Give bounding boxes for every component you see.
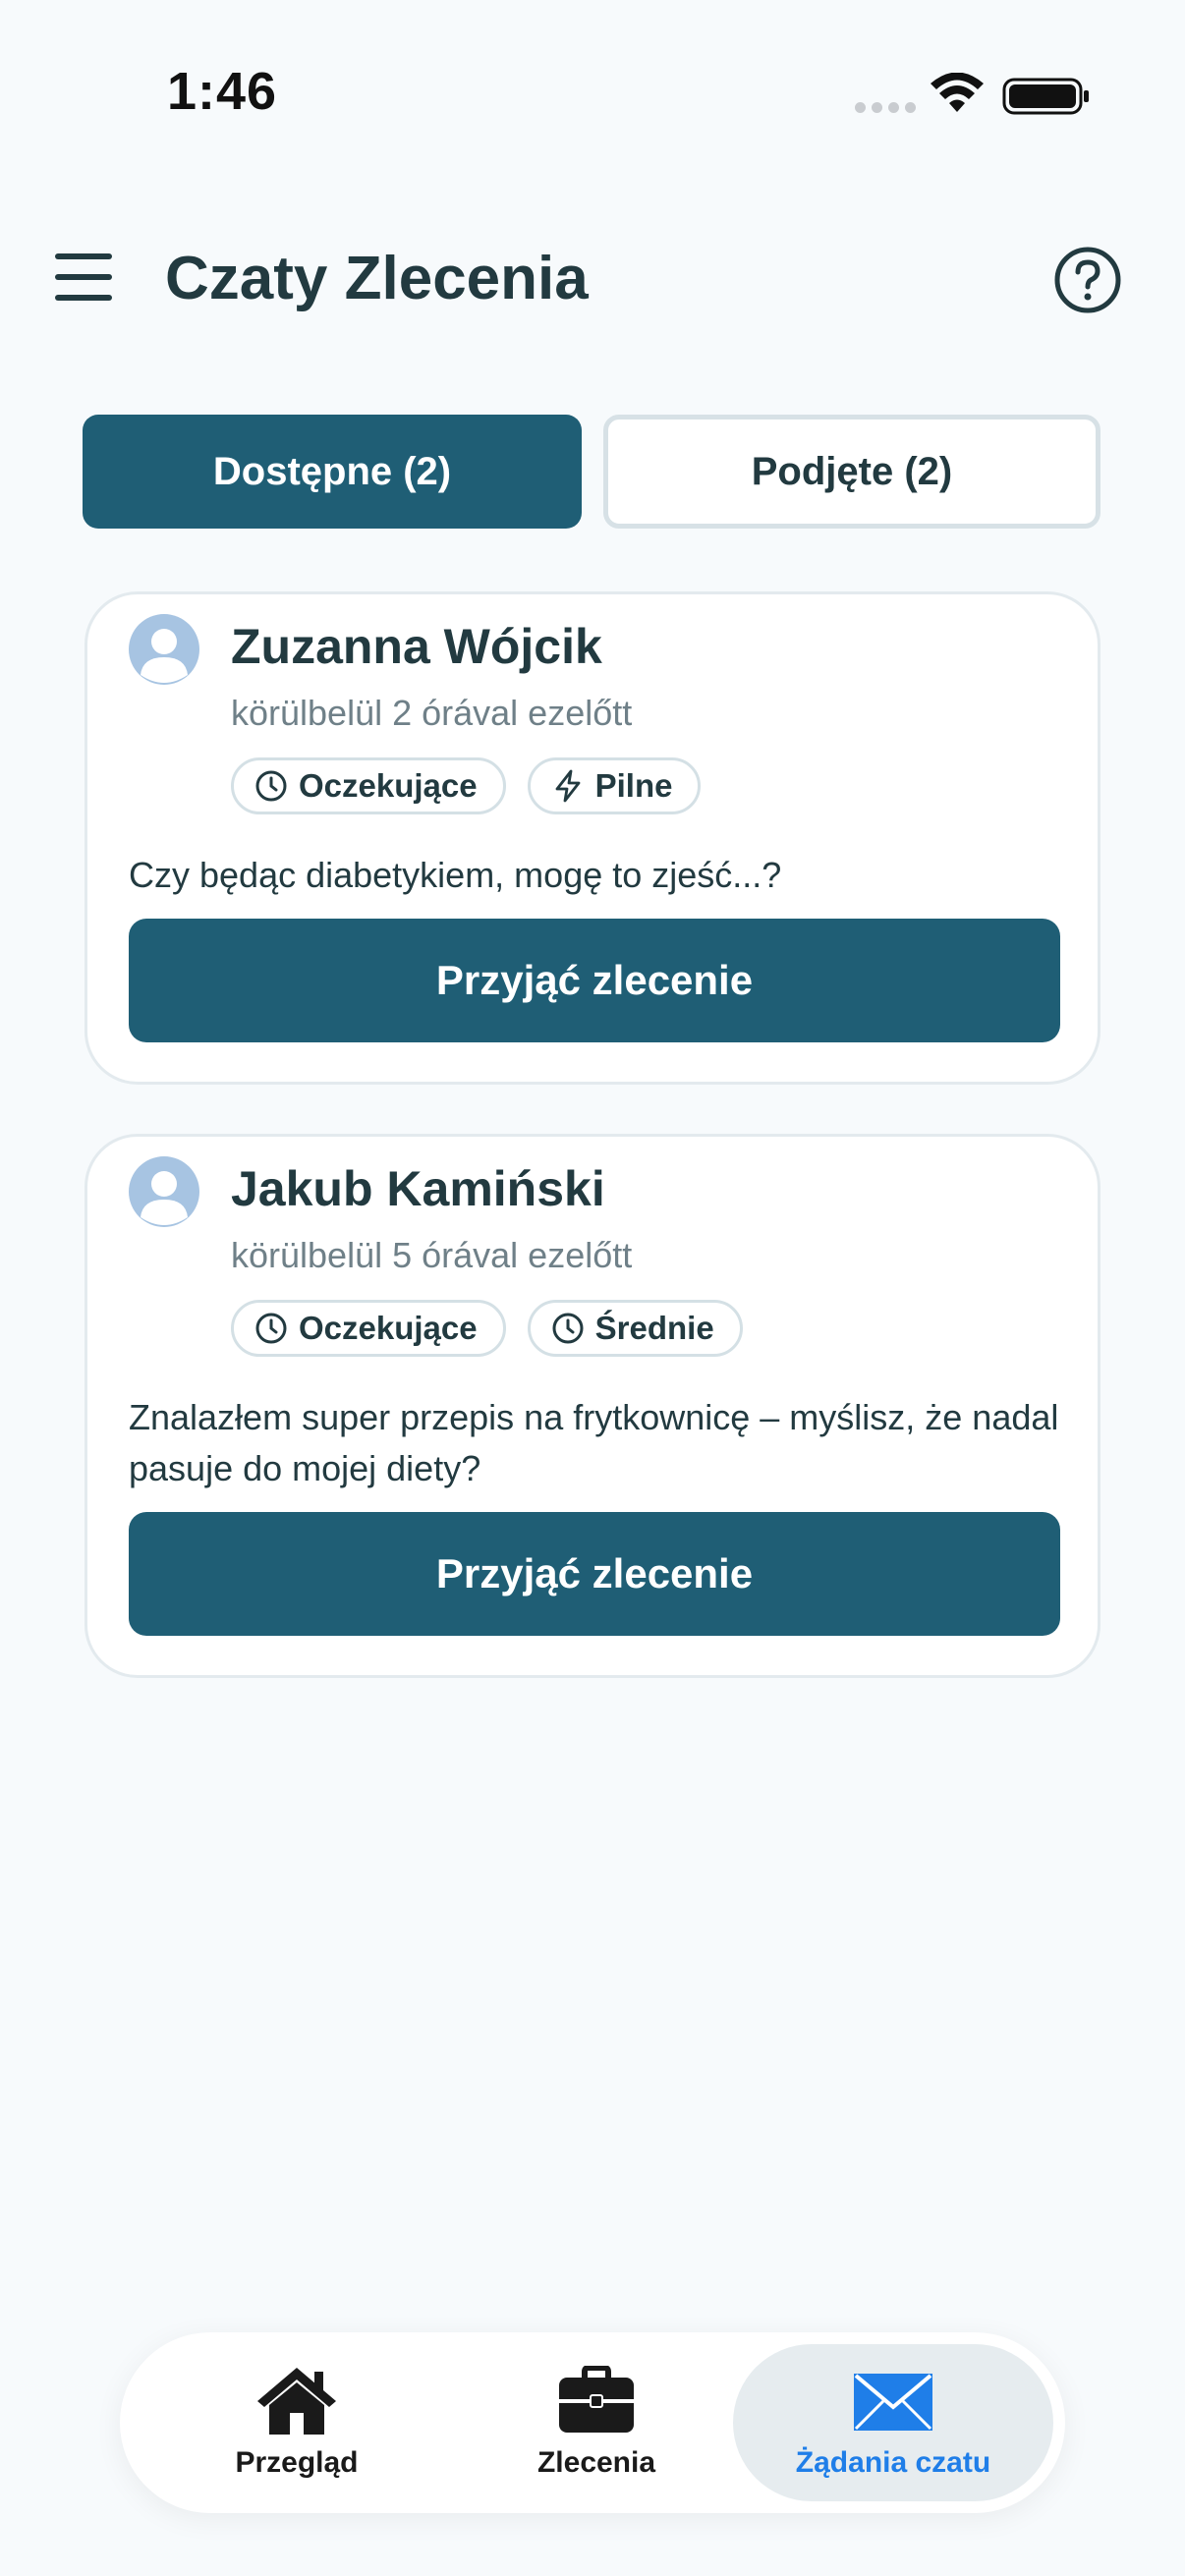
- request-time: körülbelül 2 órával ezelőtt: [231, 693, 633, 733]
- bottom-navigation: Przegląd Zlecenia Żądania czatu: [120, 2332, 1065, 2513]
- status-badge: Oczekujące: [231, 757, 506, 814]
- status-badge: Oczekujące: [231, 1300, 506, 1357]
- nav-label: Zlecenia: [536, 2446, 656, 2479]
- clock-icon: [255, 1313, 287, 1344]
- accept-request-button[interactable]: Przyjąć zlecenie: [129, 919, 1060, 1042]
- tab-taken[interactable]: Podjęte (2): [603, 415, 1100, 529]
- nav-item-chat-requests[interactable]: Żądania czatu: [733, 2344, 1053, 2501]
- priority-badge: Średnie: [527, 1300, 743, 1357]
- home-icon: [257, 2368, 336, 2435]
- badges: Oczekujące Pilne: [231, 757, 702, 814]
- nav-label: Przegląd: [235, 2446, 359, 2479]
- status-time: 1:46: [167, 62, 278, 121]
- badge-label: Oczekujące: [299, 767, 478, 804]
- menu-icon[interactable]: [55, 252, 112, 303]
- page-title: Czaty Zlecenia: [165, 245, 589, 312]
- priority-badge: Pilne: [527, 757, 702, 814]
- clock-icon: [255, 770, 287, 802]
- requester-name: Zuzanna Wójcik: [231, 619, 602, 674]
- lightning-icon: [555, 769, 581, 803]
- envelope-icon: [854, 2374, 932, 2431]
- request-time: körülbelül 5 órával ezelőtt: [231, 1235, 633, 1275]
- tab-available[interactable]: Dostępne (2): [83, 415, 582, 529]
- requester-name: Jakub Kamiński: [231, 1161, 605, 1216]
- badge-label: Oczekujące: [299, 1310, 478, 1346]
- request-message: Czy będąc diabetykiem, mogę to zjeść...?: [129, 855, 782, 895]
- battery-icon: [1002, 78, 1089, 115]
- chat-request-card: Zuzanna Wójcik körülbelül 2 órával ezelő…: [85, 591, 1100, 1085]
- help-icon[interactable]: [1053, 246, 1122, 314]
- badges: Oczekujące Średnie: [231, 1300, 743, 1357]
- request-message: Znalazłem super przepis na frytkownicę –…: [129, 1397, 1059, 1488]
- accept-request-button[interactable]: Przyjąć zlecenie: [129, 1512, 1060, 1636]
- chat-request-card: Jakub Kamiński körülbelül 5 órával ezelő…: [85, 1134, 1100, 1678]
- briefcase-icon: [559, 2366, 634, 2433]
- nav-label: Żądania czatu: [795, 2446, 991, 2479]
- avatar: [129, 1156, 199, 1227]
- wifi-icon: [931, 73, 984, 112]
- nav-item-jobs[interactable]: Zlecenia: [474, 2332, 719, 2513]
- badge-label: Pilne: [594, 767, 673, 804]
- avatar: [129, 614, 199, 685]
- nav-item-overview[interactable]: Przegląd: [179, 2332, 415, 2513]
- badge-label: Średnie: [594, 1310, 714, 1346]
- status-icons: [792, 0, 1185, 196]
- clock-icon: [552, 1313, 584, 1344]
- signal-icon: [855, 102, 916, 113]
- screen: 1:46 Czaty Zlecenia Dostępne (2) Podjęte…: [0, 0, 1185, 2576]
